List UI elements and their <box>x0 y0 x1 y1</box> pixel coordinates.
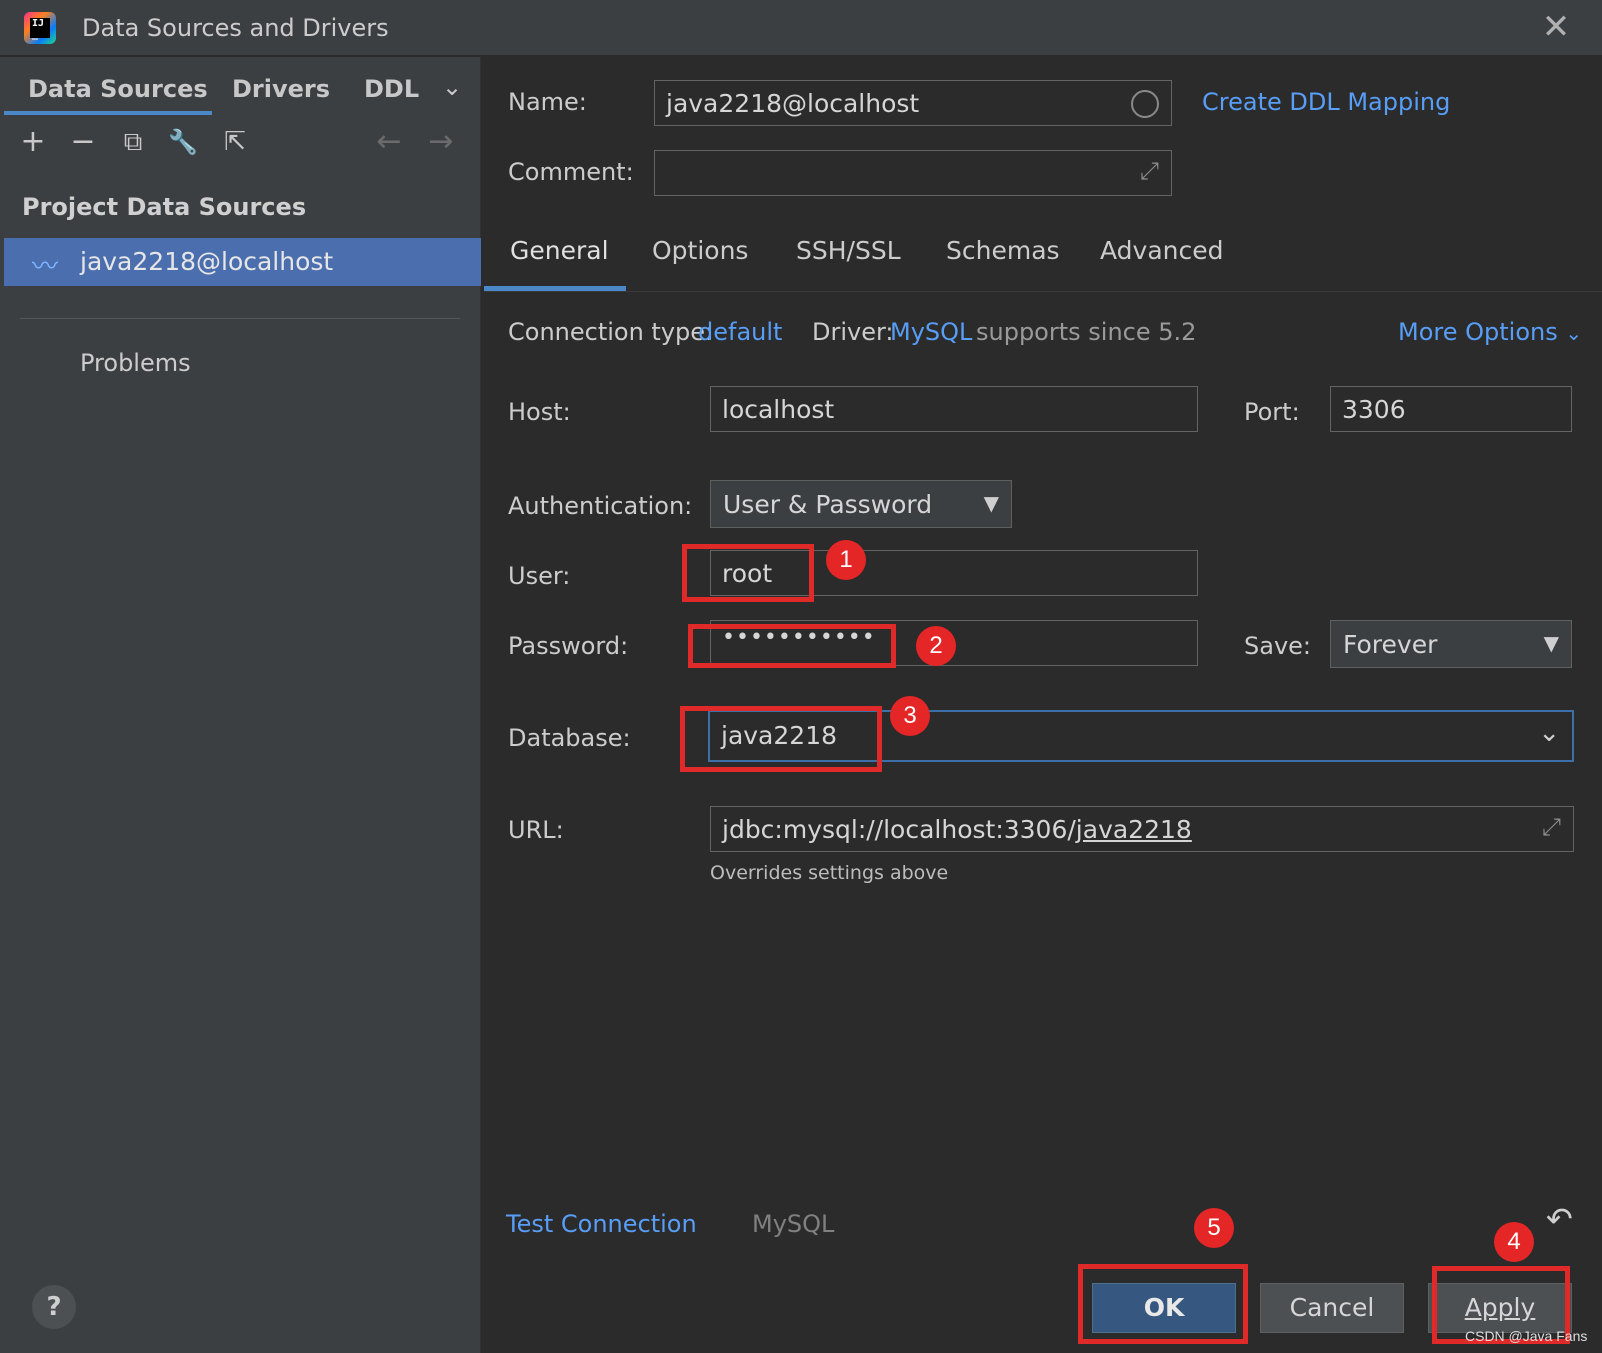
driver-note: supports since 5.2 <box>976 318 1197 346</box>
host-input[interactable]: localhost <box>710 386 1198 432</box>
tab-schemas[interactable]: Schemas <box>946 236 1060 265</box>
sidebar-toolbar: + − ⧉ 🔧 ⇱ ← → <box>0 125 481 169</box>
dropdown-arrow-icon: ▼ <box>1543 631 1559 655</box>
name-input-value: java2218@localhost <box>666 89 920 118</box>
data-source-item[interactable]: 〰 java2218@localhost <box>4 238 481 286</box>
tabs-divider <box>484 291 1602 292</box>
title-bar: IJ _ Data Sources and Drivers ✕ <box>0 0 1602 56</box>
tab-drivers[interactable]: Drivers <box>232 75 330 103</box>
project-data-sources-heading: Project Data Sources <box>22 193 307 221</box>
test-connection-link[interactable]: Test Connection <box>506 1210 697 1238</box>
port-value: 3306 <box>1342 395 1406 424</box>
annotation-box-ok <box>1078 1264 1248 1344</box>
url-value: jdbc:mysql://localhost:3306/java2218 <box>722 815 1192 844</box>
authentication-select[interactable]: User & Password ▼ <box>710 480 1012 528</box>
user-label: User: <box>508 562 571 590</box>
tab-ddl[interactable]: DDL <box>364 75 419 103</box>
chevron-down-icon[interactable]: ⌄ <box>442 73 462 101</box>
authentication-value: User & Password <box>723 490 933 519</box>
annotation-badge-4: 4 <box>1494 1222 1534 1262</box>
window-title: Data Sources and Drivers <box>82 14 389 42</box>
authentication-label: Authentication: <box>508 492 693 520</box>
divider <box>20 318 460 319</box>
url-database: java2218 <box>1075 815 1192 844</box>
name-label: Name: <box>508 88 587 116</box>
create-ddl-mapping-link[interactable]: Create DDL Mapping <box>1202 88 1450 116</box>
expand-icon[interactable]: ⤢ <box>1140 157 1159 185</box>
comment-label: Comment: <box>508 158 634 186</box>
save-label: Save: <box>1244 632 1311 660</box>
annotation-badge-5: 5 <box>1194 1208 1234 1248</box>
tab-general[interactable]: General <box>510 236 609 265</box>
driver-link[interactable]: MySQL <box>890 318 972 346</box>
sidebar-tabs: Data Sources Drivers DDL ⌄ <box>0 65 481 115</box>
watermark: CSDN @Java Fans <box>1465 1328 1588 1344</box>
save-select[interactable]: Forever ▼ <box>1330 620 1572 668</box>
url-label: URL: <box>508 816 564 844</box>
tab-ssh-ssl[interactable]: SSH/SSL <box>796 236 901 265</box>
annotation-badge-3: 3 <box>890 696 930 736</box>
tab-options[interactable]: Options <box>652 236 748 265</box>
driver-footer-label: MySQL <box>752 1210 835 1238</box>
data-source-label: java2218@localhost <box>80 247 334 276</box>
chevron-down-icon[interactable]: ⌄ <box>1538 718 1560 748</box>
revert-icon[interactable]: ↶ <box>1546 1200 1573 1238</box>
expand-icon[interactable]: ⤢ <box>1542 813 1561 841</box>
forward-arrow-icon[interactable]: → <box>424 125 458 159</box>
more-options-label: More Options <box>1398 318 1558 346</box>
name-input[interactable]: java2218@localhost <box>654 80 1172 126</box>
chevron-down-icon: ⌄ <box>1565 321 1583 345</box>
host-value: localhost <box>722 395 835 424</box>
back-arrow-icon[interactable]: ← <box>372 125 406 159</box>
left-sidebar: Data Sources Drivers DDL ⌄ + − ⧉ 🔧 ⇱ ← →… <box>0 57 481 1353</box>
export-icon[interactable]: ⇱ <box>218 125 252 159</box>
annotation-box-password <box>688 624 896 668</box>
dropdown-arrow-icon: ▼ <box>983 491 999 515</box>
remove-icon[interactable]: − <box>66 125 100 159</box>
color-circle-icon[interactable] <box>1131 90 1159 118</box>
mysql-dolphin-icon: 〰 <box>32 252 59 282</box>
driver-label: Driver: <box>812 318 894 346</box>
connection-type-label: Connection type: <box>508 318 714 346</box>
cancel-button[interactable]: Cancel <box>1260 1283 1404 1333</box>
annotation-box-database <box>680 706 882 772</box>
url-prefix: jdbc:mysql://localhost:3306/ <box>722 815 1076 844</box>
annotation-badge-1: 1 <box>826 540 866 580</box>
host-label: Host: <box>508 398 571 426</box>
url-input[interactable]: jdbc:mysql://localhost:3306/java2218 ⤢ <box>710 806 1574 852</box>
annotation-badge-2: 2 <box>916 626 956 666</box>
tab-data-sources[interactable]: Data Sources <box>28 75 208 103</box>
annotation-box-user <box>682 544 814 602</box>
password-label: Password: <box>508 632 629 660</box>
problems-item[interactable]: Problems <box>80 349 191 377</box>
intellij-logo-icon: IJ _ <box>24 12 56 44</box>
comment-input[interactable]: ⤢ <box>654 150 1172 196</box>
help-icon[interactable]: ? <box>32 1285 76 1329</box>
wrench-icon[interactable]: 🔧 <box>166 125 200 159</box>
url-hint: Overrides settings above <box>710 862 949 884</box>
save-value: Forever <box>1343 630 1438 659</box>
more-options-link[interactable]: More Options ⌄ <box>1398 318 1582 346</box>
active-tab-indicator <box>4 111 212 115</box>
port-label: Port: <box>1244 398 1300 426</box>
copy-icon[interactable]: ⧉ <box>116 125 150 159</box>
add-icon[interactable]: + <box>16 125 50 159</box>
port-input[interactable]: 3306 <box>1330 386 1572 432</box>
connection-type-link[interactable]: default <box>698 318 782 346</box>
close-icon[interactable]: ✕ <box>1538 10 1574 46</box>
database-label: Database: <box>508 724 631 752</box>
tab-advanced[interactable]: Advanced <box>1100 236 1224 265</box>
